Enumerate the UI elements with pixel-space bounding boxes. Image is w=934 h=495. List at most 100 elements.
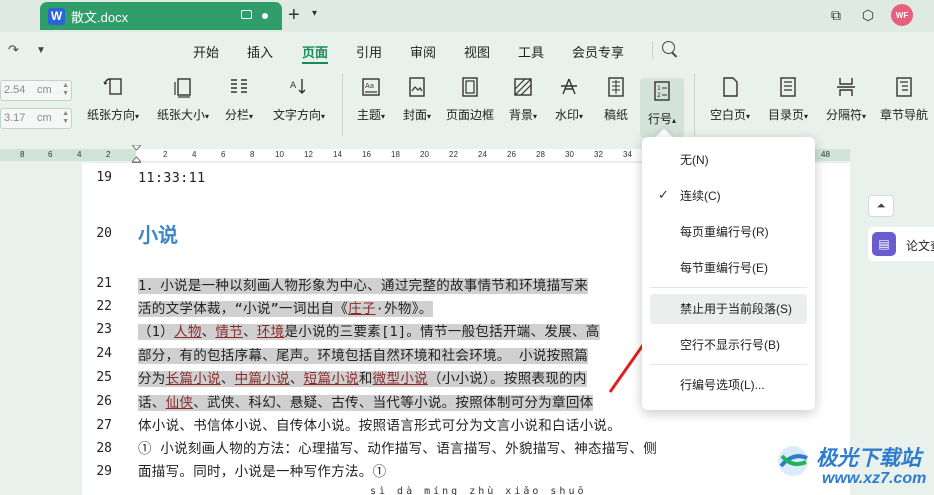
pinyin-line: sì dà míng zhù xiǎo shuō [370, 486, 587, 495]
line-numbering-options-option[interactable]: 行编号选项(L)... [650, 370, 807, 400]
separator-button[interactable]: 分隔符▾ [820, 76, 872, 123]
ribbon-divider [694, 74, 695, 136]
separator-label: 分隔符 [825, 108, 862, 122]
ruler-number: 34 [623, 150, 632, 159]
ruler-number: 6 [48, 150, 53, 159]
skip-blank-lines-option[interactable]: 空行不显示行号(B) [650, 330, 807, 360]
line-number: 23 [96, 322, 112, 337]
hyperlink[interactable]: 中篇小说 [235, 371, 290, 387]
cover-icon [409, 77, 425, 97]
watermark-url: www.xz7.com [822, 470, 927, 487]
wps-writer-window: W 散文.docx + ▾ ⧉ ⬡ WF ↷ ▼ 开始 插入 页面 引用 审阅 … [0, 0, 934, 495]
search-icon[interactable] [662, 41, 675, 54]
hyperlink[interactable]: 人物 [174, 324, 202, 340]
paper-size-button[interactable]: 纸张大小▾ [152, 76, 214, 123]
theme-icon: Aa [362, 78, 380, 96]
line-number-none-option[interactable]: 无(N) [650, 145, 807, 175]
ruler-number: 28 [536, 150, 545, 159]
cover-button[interactable]: 封面▾ [398, 76, 436, 123]
selected-text: 活的文学体裁，“小说”一词出自《 [138, 301, 349, 317]
menu-member[interactable]: 会员专享 [572, 42, 624, 61]
svg-text:2: 2 [657, 92, 661, 99]
watermark-label: 水印 [554, 108, 579, 122]
bottom-margin-spinner-icon[interactable]: ▲ ▼ [62, 110, 69, 126]
bottom-margin-field[interactable]: 3.17 cm ▲ ▼ [0, 108, 72, 129]
chapter-nav-button[interactable]: 章节导航 [876, 76, 932, 123]
menu-tools[interactable]: 工具 [518, 42, 544, 61]
writer-app-icon: W [48, 7, 65, 25]
line-number-restart-section-option[interactable]: 每节重编行号(E) [650, 253, 807, 283]
paper-orientation-button[interactable]: 纸张方向▾ [82, 76, 144, 123]
selected-text: 和 [358, 371, 373, 387]
hyperlink[interactable]: 情节 [215, 324, 243, 340]
blank-page-button[interactable]: 空白页▾ [704, 76, 756, 123]
theme-label: 主题 [356, 108, 381, 122]
draft-paper-label: 稿纸 [603, 108, 628, 122]
hyperlink[interactable]: 环境 [257, 324, 285, 340]
background-button[interactable]: 背景▾ [504, 76, 542, 123]
draft-paper-button[interactable]: 稿纸 [598, 76, 634, 123]
collapse-panel-icon[interactable]: ⏶ [868, 195, 894, 217]
menu-view[interactable]: 视图 [464, 42, 490, 61]
doc-text-line: 分为长篇小说、中篇小说、短篇小说和微型小说（小小说）。按照表现的内 [138, 367, 587, 387]
top-margin-spinner-icon[interactable]: ▲ ▼ [62, 82, 69, 98]
ruler-number: 2 [106, 150, 111, 159]
redo-icon[interactable]: ↷ [8, 42, 19, 58]
top-margin-field[interactable]: 2.54 cm ▲ ▼ [0, 80, 72, 101]
menu-home[interactable]: 开始 [193, 42, 219, 61]
paper-size-label: 纸张大小 [156, 108, 205, 122]
bottom-margin-value: 3.17 [4, 112, 26, 124]
theme-button[interactable]: Aa 主题▾ [352, 76, 390, 123]
dropdown-divider [650, 364, 807, 365]
toc-page-button[interactable]: 目录页▾ [762, 76, 814, 123]
hyperlink[interactable]: 长篇小说 [166, 371, 221, 387]
paper-orientation-label: 纸张方向 [86, 108, 135, 122]
blank-page-icon [723, 77, 738, 97]
ruler-number: 4 [192, 150, 197, 159]
ruler-number: 20 [420, 150, 429, 159]
doc-text-line: 面描写。同时，小说是一种写作方法。① [138, 464, 387, 480]
paper-check-label: 论文查重 [906, 239, 934, 253]
ruler-number: 10 [275, 150, 284, 159]
watermark-title: 极光下载站 [816, 447, 921, 470]
doc-text-line: ① 小说刻画人物的方法：心理描写、动作描写、语言描写、外貌描写、神态描写、侧 [138, 441, 658, 457]
new-tab-chevron-down-icon[interactable]: ▾ [312, 8, 317, 19]
new-tab-plus-icon[interactable]: + [288, 5, 300, 25]
restore-window-icon[interactable]: ⧉ [828, 7, 844, 23]
document-tab[interactable]: W 散文.docx [40, 2, 282, 30]
cube-icon[interactable]: ⬡ [860, 7, 876, 23]
hyperlink[interactable]: 微型小说 [373, 371, 428, 387]
menu-references[interactable]: 引用 [356, 42, 382, 61]
monitor-icon[interactable] [241, 10, 252, 19]
menu-insert[interactable]: 插入 [247, 42, 273, 61]
separator-icon [837, 78, 855, 96]
menu-bar: ↷ ▼ 开始 插入 页面 引用 审阅 视图 工具 会员专享 [0, 32, 934, 68]
ruler-number: 18 [391, 150, 400, 159]
page-border-button[interactable]: 页面边框 [444, 76, 496, 123]
line-number-restart-page-option[interactable]: 每页重编行号(R) [650, 217, 807, 247]
hyperlink[interactable]: 短篇小说 [304, 371, 359, 387]
menu-review[interactable]: 审阅 [410, 42, 436, 61]
line-numbers-icon: 12 [654, 81, 670, 101]
draft-paper-icon [608, 77, 624, 97]
hyperlink[interactable]: 庄子 [348, 301, 376, 317]
text-direction-button[interactable]: A 文字方向▾ [266, 76, 332, 123]
selected-text: 1．小说是一种以刻画人物形象为中心、通过完整的故事情节和环境描写来 [138, 278, 589, 294]
suppress-current-paragraph-option[interactable]: 禁止用于当前段落(S) [650, 294, 807, 324]
watermark-icon [561, 78, 577, 95]
quick-access-chevron-down-icon[interactable]: ▼ [36, 45, 46, 56]
unsaved-dot-icon[interactable] [262, 13, 268, 19]
columns-icon [231, 79, 247, 93]
watermark-button[interactable]: 水印▾ [550, 76, 588, 123]
paper-check-button[interactable]: ▤ 论文查重 [868, 227, 934, 261]
line-number: 26 [96, 394, 112, 409]
avatar[interactable]: WF [891, 4, 913, 26]
menu-page[interactable]: 页面 [302, 42, 328, 61]
toc-page-icon [780, 77, 796, 97]
line-number-continuous-option[interactable]: 连续(C) [650, 181, 807, 211]
ruler-number: 24 [478, 150, 487, 159]
ruler-number: 32 [594, 150, 603, 159]
columns-button[interactable]: 分栏▾ [220, 76, 258, 123]
line-numbers-label: 行号 [647, 112, 672, 126]
hyperlink[interactable]: 仙侠 [166, 395, 194, 411]
